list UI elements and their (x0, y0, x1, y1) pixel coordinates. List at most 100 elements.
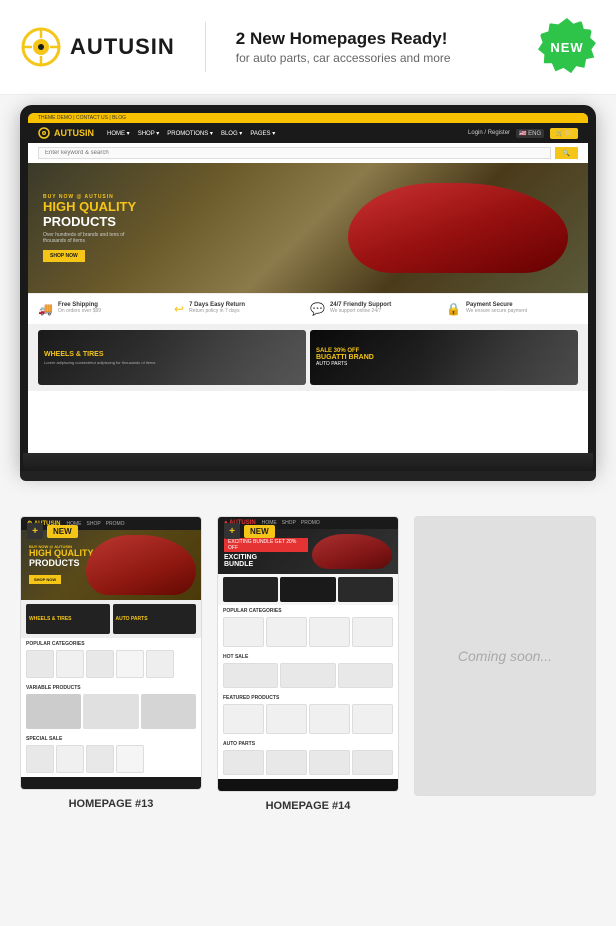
hero-content: BUY NOW @ AUTUSIN HIGH QUALITY PRODUCTS … (28, 184, 151, 272)
header-tagline: 2 New Homepages Ready! for auto parts, c… (236, 29, 518, 65)
feature-shipping-text: Free Shipping On orders over $99 (58, 302, 101, 314)
laptop-section: THEME DEMO | CONTACT US | BLOG AUTUSIN H… (0, 95, 616, 496)
hp14-footer (218, 779, 398, 791)
hp13-popular-products (21, 648, 201, 682)
hp13-shop-btn[interactable]: SHOP NOW (29, 575, 61, 584)
hp14-featured-products (218, 702, 398, 738)
hp14-auto-3 (309, 750, 350, 775)
nav-link-blog[interactable]: BLOG ▾ (221, 130, 242, 137)
promo-wheels-desc: Lorem adipiscing consectetur adipiscing … (44, 360, 155, 365)
coming-soon-text: Coming soon... (458, 648, 552, 664)
new-badge: NEW (538, 18, 596, 76)
hp14-hot-products (218, 661, 398, 692)
hp14-popular-products (218, 615, 398, 651)
hp14-label: HOMEPAGE #14 (266, 800, 351, 812)
hp14-product-3 (309, 617, 350, 647)
feature-payment-text: Payment Secure We ensure secure payment (466, 302, 527, 314)
nav-language[interactable]: 🇺🇸 ENG (516, 129, 544, 138)
hp13-product-5 (146, 650, 174, 678)
coming-soon-item: Coming soon... (414, 516, 596, 796)
logo-area: AUTUSIN (20, 26, 175, 68)
hp14-hero-badge: EXCITING BUNDLE GET 20% OFF (224, 538, 308, 552)
nav-link-promotions[interactable]: PROMOTIONS ▾ (167, 130, 213, 137)
hp13-badge: + NEW (27, 523, 78, 539)
promo-banner-wheels: WHEELS & TIRES Lorem adipiscing consecte… (38, 330, 306, 385)
nav-login: Login / Register (468, 130, 510, 136)
feature-return-text: 7 Days Easy Return Return policy in 7 da… (189, 302, 245, 314)
site-main-nav: AUTUSIN HOME ▾ SHOP ▾ PROMOTIONS ▾ BLOG … (28, 123, 588, 143)
hp14-section-featured: FEATURED PRODUCTS (218, 692, 398, 702)
topbar-text: THEME DEMO | CONTACT US | BLOG (38, 115, 126, 121)
promo-wheels-image (145, 330, 306, 385)
nav-cart[interactable]: 🛒 $0 (550, 128, 578, 139)
hp13-product-4 (116, 650, 144, 678)
hp14-nav-links: HOME SHOP PROMO (262, 520, 392, 526)
hp13-slide-3 (141, 694, 196, 729)
hp13-sale-1 (26, 745, 54, 773)
laptop-base (23, 453, 593, 471)
homepage-14-thumb[interactable]: + NEW ● AUTUSIN HOME SHOP PROMO EXCITING… (217, 516, 399, 792)
promo-bugatti-title: BUGATTI BRAND (316, 354, 374, 361)
hp14-auto-2 (266, 750, 307, 775)
hp14-nav-shop: SHOP (282, 520, 296, 526)
nav-link-shop[interactable]: SHOP ▾ (138, 130, 160, 137)
hp13-hero: BUY NOW @ AUTUSIN HIGH QUALITY PRODUCTS … (21, 530, 201, 600)
hero-shop-now-button[interactable]: SHOP NOW (43, 250, 85, 262)
promo-wheels-title: WHEELS & TIRES (44, 351, 155, 358)
tagline-main: 2 New Homepages Ready! (236, 29, 518, 49)
hp13-section-variable: VARIABLE PRODUCTS (21, 682, 201, 692)
hp14-product-1 (223, 617, 264, 647)
tagline-sub: for auto parts, car accessories and more (236, 51, 518, 65)
hp14-hot-3 (338, 663, 393, 688)
hp13-nav-shop: SHOP (87, 521, 101, 527)
hp13-nav-links: HOME SHOP PROMO (67, 521, 196, 527)
search-input[interactable] (38, 147, 551, 159)
feature-return: ↩ 7 Days Easy Return Return policy in 7 … (174, 302, 306, 316)
hp14-feat-1 (223, 704, 264, 734)
hp13-banner-wheels: WHEELS & TIRES (26, 604, 110, 634)
homepage-13-thumb[interactable]: + NEW ⚙ AUTUSIN HOME SHOP PROMO BUY NOW … (20, 516, 202, 790)
hp13-hero-car (86, 535, 196, 595)
hero-title-white: PRODUCTS (43, 214, 136, 229)
header-divider (205, 22, 206, 72)
hp14-section-hot: HOT SALE (218, 651, 398, 661)
hp13-banner-parts: AUTO PARTS (113, 604, 197, 634)
hp13-slide-2 (83, 694, 138, 729)
feature-support: 💬 24/7 Friendly Support We support onlin… (310, 302, 442, 316)
feature-shipping: 🚚 Free Shipping On orders over $99 (38, 302, 170, 316)
hp13-nav-promo: PROMO (106, 521, 125, 527)
hp13-slide-1 (26, 694, 81, 729)
nav-link-home[interactable]: HOME ▾ (107, 130, 130, 137)
hp14-auto-products (218, 748, 398, 779)
hp14-hot-1 (223, 663, 278, 688)
hp14-feat-2 (266, 704, 307, 734)
feature-desc-1: On orders over $99 (58, 308, 101, 314)
feature-desc-4: We ensure secure payment (466, 308, 527, 314)
hp13-sale-2 (56, 745, 84, 773)
search-button[interactable]: 🔍 (555, 147, 578, 159)
laptop-outer: THEME DEMO | CONTACT US | BLOG AUTUSIN H… (20, 105, 596, 471)
hp13-hero-subtitle: PRODUCTS (29, 558, 94, 568)
promo-banners: WHEELS & TIRES Lorem adipiscing consecte… (28, 324, 588, 391)
hp13-sale-4 (116, 745, 144, 773)
hp14-nav-promo: PROMO (301, 520, 320, 526)
hp14-feat-4 (352, 704, 393, 734)
hp14-banner-2 (280, 577, 335, 602)
hp13-sale-products (21, 743, 201, 777)
hp13-new-label: NEW (47, 525, 78, 538)
hero-car-image (348, 183, 568, 273)
promo-wheels-text: WHEELS & TIRES Lorem adipiscing consecte… (44, 351, 155, 365)
return-icon: ↩ (174, 302, 184, 316)
hp13-banner-wheels-text: WHEELS & TIRES (29, 616, 72, 622)
hp13-footer (21, 777, 201, 789)
hp13-variable-slider (21, 692, 201, 733)
feature-desc-2: Return policy in 7 days (189, 308, 245, 314)
hp14-auto-1 (223, 750, 264, 775)
hp13-section-sale: SPECIAL SALE (21, 733, 201, 743)
features-bar: 🚚 Free Shipping On orders over $99 ↩ 7 D… (28, 293, 588, 324)
nav-link-pages[interactable]: PAGES ▾ (250, 130, 275, 137)
search-row: 🔍 (28, 143, 588, 163)
coming-soon-thumb: Coming soon... (414, 516, 596, 796)
promo-bugatti-sub: AUTO PARTS (316, 361, 374, 367)
site-logo-wheel-icon (38, 127, 50, 139)
